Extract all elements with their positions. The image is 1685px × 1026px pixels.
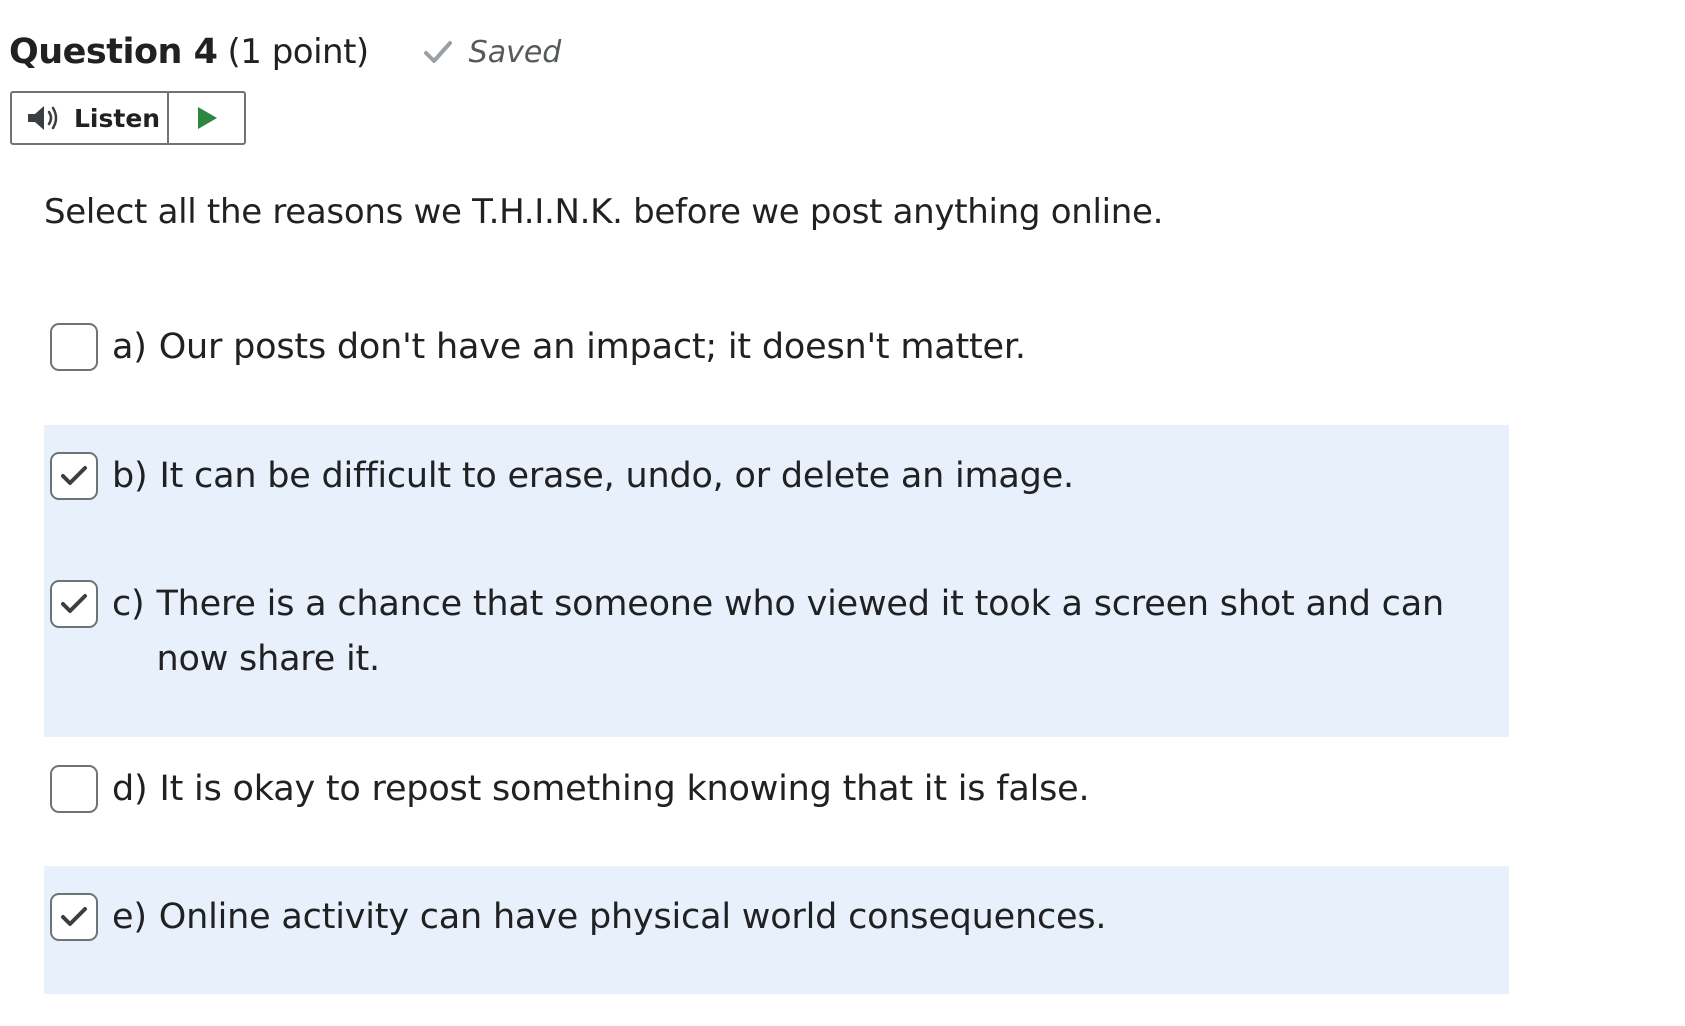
- question-points: (1 point): [227, 32, 369, 72]
- option-c-letter: c): [112, 584, 145, 624]
- option-b[interactable]: b) It can be difficult to erase, undo, o…: [44, 425, 1509, 553]
- question-header: Question 4 (1 point) Saved: [9, 26, 561, 78]
- listen-label: Listen: [74, 103, 161, 133]
- question-title: Question 4: [9, 32, 218, 72]
- play-icon: [197, 107, 217, 129]
- speaker-icon: [28, 106, 58, 130]
- option-b-label: b) It can be difficult to erase, undo, o…: [112, 449, 1492, 504]
- option-a-text: Our posts don't have an impact; it doesn…: [158, 327, 1026, 367]
- option-b-text: It can be difficult to erase, undo, or d…: [159, 456, 1074, 496]
- checkmark-icon: [61, 907, 87, 926]
- option-a[interactable]: a) Our posts don't have an impact; it do…: [44, 292, 1509, 425]
- checkmark-icon: [61, 466, 87, 485]
- option-d-letter: d): [112, 769, 148, 809]
- listen-control: Listen: [10, 91, 246, 145]
- option-c-text: There is a chance that someone who viewe…: [156, 584, 1445, 679]
- option-e-text: Online activity can have physical world …: [158, 897, 1107, 937]
- option-e[interactable]: e) Online activity can have physical wor…: [44, 866, 1509, 994]
- play-button[interactable]: [169, 93, 244, 143]
- listen-button[interactable]: Listen: [12, 93, 169, 143]
- option-c-label: c) There is a chance that someone who vi…: [112, 577, 1492, 687]
- option-d-label: d) It is okay to repost something knowin…: [112, 762, 1492, 817]
- option-d[interactable]: d) It is okay to repost something knowin…: [44, 737, 1509, 866]
- option-e-checkbox[interactable]: [50, 893, 98, 941]
- option-a-letter: a): [112, 327, 147, 367]
- saved-label: Saved: [468, 34, 562, 70]
- option-a-checkbox[interactable]: [50, 323, 98, 371]
- option-e-label: e) Online activity can have physical wor…: [112, 890, 1492, 945]
- checkmark-icon: [61, 594, 87, 613]
- question-prompt: Select all the reasons we T.H.I.N.K. bef…: [44, 192, 1164, 232]
- option-c-checkbox[interactable]: [50, 580, 98, 628]
- answer-options: a) Our posts don't have an impact; it do…: [44, 292, 1509, 994]
- option-e-letter: e): [112, 897, 147, 937]
- option-b-letter: b): [112, 456, 148, 496]
- option-a-label: a) Our posts don't have an impact; it do…: [112, 320, 1492, 375]
- checkmark-icon: [423, 41, 452, 63]
- option-b-checkbox[interactable]: [50, 452, 98, 500]
- saved-status: Saved: [423, 34, 562, 70]
- option-d-text: It is okay to repost something knowing t…: [159, 769, 1090, 809]
- option-d-checkbox[interactable]: [50, 765, 98, 813]
- option-c[interactable]: c) There is a chance that someone who vi…: [44, 553, 1509, 737]
